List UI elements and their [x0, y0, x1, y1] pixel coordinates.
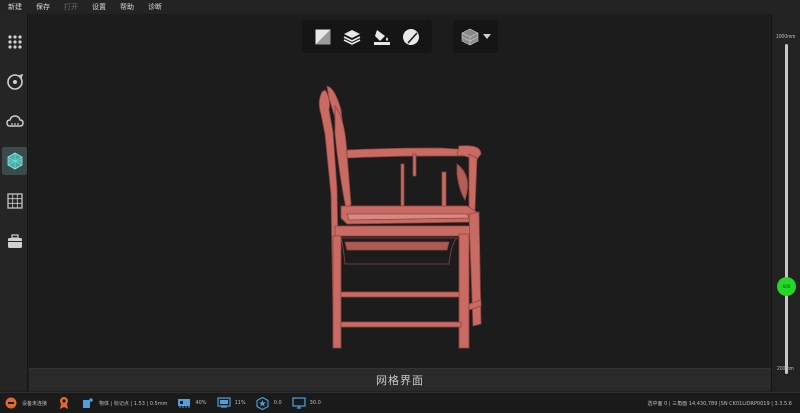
layers-button[interactable]	[341, 26, 363, 48]
star-hex-icon	[256, 396, 270, 410]
fps-value: 30.0	[309, 400, 321, 406]
memory-value: 40%	[195, 400, 207, 406]
menu-new[interactable]: 新建	[8, 2, 30, 12]
slider-min-label: 200mm	[777, 366, 794, 372]
menu-bar: 新建 保存 打开 设置 帮助 诊断	[0, 0, 800, 14]
slider-max-label: 1000mm	[776, 34, 796, 40]
award-icon	[57, 396, 71, 410]
front-view-icon	[314, 28, 332, 45]
tool-dot-grid[interactable]	[2, 28, 27, 56]
tool-mesh[interactable]	[2, 147, 27, 175]
device-status-text: 设备未连接	[22, 400, 48, 407]
gpu-icon	[216, 396, 231, 410]
status-bar: 设备未连接 物体 | 标记点 | 1.53 | 0.5mm 40% 11% 0.…	[0, 392, 800, 413]
menu-diagnose[interactable]: 诊断	[148, 2, 170, 12]
menu-help[interactable]: 帮助	[120, 2, 142, 12]
device-status[interactable]: 设备未连接	[4, 396, 47, 410]
menu-open[interactable]: 打开	[64, 2, 86, 12]
tool-grid-panel[interactable]	[2, 187, 27, 215]
display-mode-dropdown[interactable]	[453, 20, 498, 53]
dot-grid-icon	[7, 35, 22, 49]
selection-info: 选中面 0 | 三角面 14,430,789 |SN CK01LIDRP0019…	[648, 393, 792, 413]
view-toolbar	[302, 20, 432, 53]
menu-save[interactable]: 保存	[36, 2, 58, 12]
memory-icon	[177, 396, 191, 410]
monitor-icon	[292, 396, 306, 410]
memory-usage: 40%	[177, 396, 207, 410]
mode-caption-bar: 网格界面	[29, 368, 771, 391]
fps-display: 30.0	[292, 396, 321, 410]
3d-viewport[interactable]	[29, 14, 790, 374]
chevron-down-icon	[482, 33, 491, 39]
tool-cloud[interactable]	[2, 108, 27, 136]
toolbox-icon	[7, 234, 22, 248]
gpu-value: 11%	[234, 400, 246, 406]
tool-toolbox[interactable]	[2, 227, 27, 255]
left-toolbar	[0, 14, 28, 391]
sphere-shade-icon	[403, 28, 420, 45]
depth-slider-panel: 1000mm 600 200mm	[771, 14, 800, 391]
mode-caption: 网格界面	[376, 374, 424, 387]
mesh-cube-icon	[7, 152, 22, 170]
paint-fill-button[interactable]	[371, 26, 393, 48]
chair-model	[318, 85, 482, 349]
tool-rotate-target[interactable]	[2, 68, 27, 96]
app-window: 新建 保存 打开 设置 帮助 诊断 1000mm 600 200mm 网格界面 …	[0, 0, 800, 413]
slider-track[interactable]	[785, 44, 788, 374]
selection-info-text: 选中面 0 | 三角面 14,430,789 |SN CK01LIDRP0019…	[647, 401, 792, 407]
quality-score: 0.0	[256, 396, 282, 410]
object-info: 物体 | 标记点 | 1.53 | 0.5mm	[81, 396, 167, 410]
front-view-button[interactable]	[312, 26, 334, 48]
gpu-usage: 11%	[216, 396, 246, 410]
quality-value: 0.0	[273, 400, 282, 406]
badge-status	[57, 396, 71, 410]
menu-settings[interactable]: 设置	[92, 2, 114, 12]
cloud-icon	[5, 115, 24, 127]
rotate-target-icon	[6, 73, 23, 90]
object-info-text: 物体 | 标记点 | 1.53 | 0.5mm	[99, 400, 168, 407]
object-add-icon	[81, 396, 95, 410]
display-mode-icon	[461, 28, 478, 45]
grid-panel-icon	[6, 193, 23, 209]
layers-icon	[343, 29, 361, 45]
device-disconnected-icon	[4, 396, 18, 410]
shading-button[interactable]	[400, 26, 422, 48]
slider-thumb[interactable]: 600	[777, 277, 796, 296]
paint-fill-icon	[373, 29, 390, 45]
